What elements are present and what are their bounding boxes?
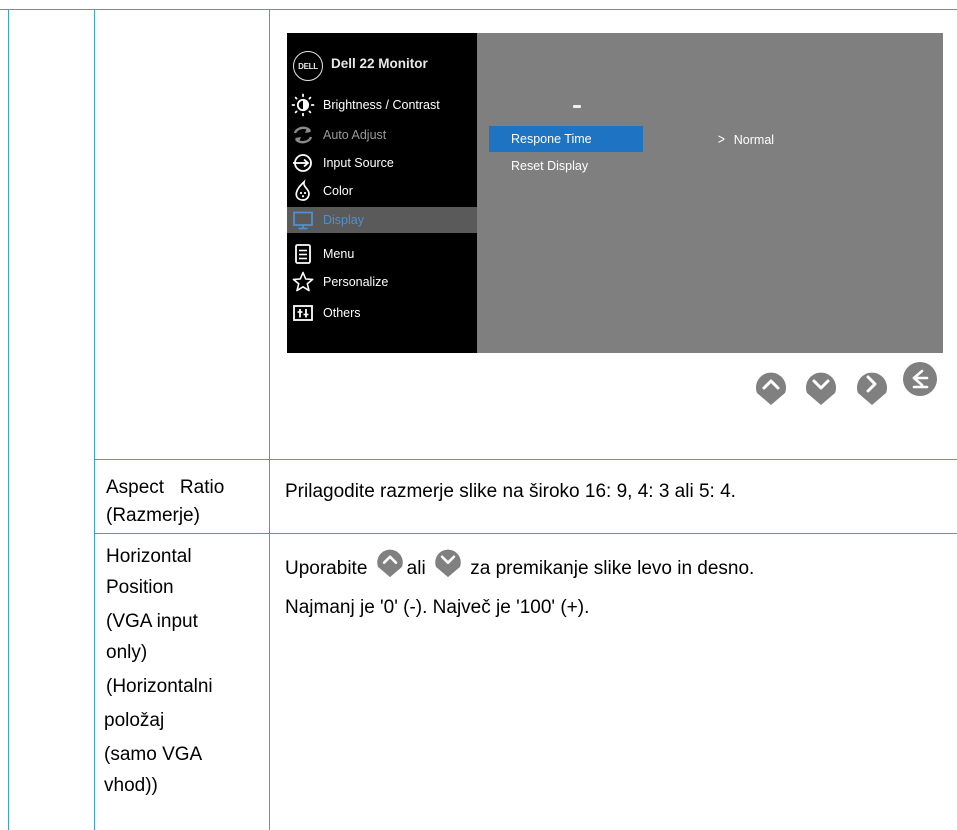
table-top-border bbox=[0, 9, 957, 10]
menu-item-label: Display bbox=[323, 213, 364, 227]
label-line: (Razmerje) bbox=[106, 505, 200, 526]
aspect-ratio-description: Prilagodite razmerje slike na široko 16:… bbox=[285, 481, 736, 502]
label-line: Aspect Ratio bbox=[106, 477, 225, 498]
menu-item-label: Input Source bbox=[323, 156, 394, 170]
menu-item-color[interactable]: Color bbox=[287, 178, 477, 204]
menu-item-input-source[interactable]: Input Source bbox=[287, 150, 477, 176]
desc-text: Uporabite bbox=[285, 558, 368, 579]
value-text: Normal bbox=[733, 133, 775, 147]
menu-item-personalize[interactable]: Personalize bbox=[287, 269, 477, 295]
auto-adjust-icon bbox=[293, 126, 313, 144]
up-arrow-icon[interactable] bbox=[751, 366, 791, 406]
label-line: Horizontal bbox=[106, 546, 192, 567]
menu-item-menu[interactable]: Menu bbox=[287, 241, 477, 267]
menu-item-display[interactable]: Display bbox=[287, 207, 477, 233]
horizontal-position-description-line2: Najmanj je '0' (-). Največ je '100' (+). bbox=[285, 597, 590, 618]
desc-text: za premikanje slike levo in desno. bbox=[470, 558, 755, 579]
response-time-value: > Normal bbox=[717, 131, 774, 148]
star-icon bbox=[292, 271, 314, 292]
submenu-item-label: Reset Display bbox=[511, 159, 589, 173]
osd-indicator-mark bbox=[573, 105, 581, 108]
desc-text: ali bbox=[406, 558, 426, 579]
horizontal-position-description-line1: Uporabite ali za premikanje slike levo i… bbox=[285, 549, 755, 580]
osd-title: Dell 22 Monitor bbox=[331, 56, 428, 71]
menu-item-label: Menu bbox=[323, 247, 355, 261]
label-line: (Horizontalni bbox=[106, 676, 213, 697]
menu-item-brightness-contrast[interactable]: Brightness / Contrast bbox=[287, 92, 477, 118]
menu-item-label: Brightness / Contrast bbox=[323, 98, 440, 112]
chevron-right-icon: > bbox=[717, 131, 725, 148]
table-row-border-1 bbox=[94, 459, 957, 460]
aspect-ratio-label: Aspect Ratio (Razmerje) bbox=[106, 474, 224, 530]
table-col-border-1 bbox=[8, 9, 9, 830]
down-arrow-icon bbox=[435, 549, 461, 578]
menu-item-label: Personalize bbox=[323, 275, 389, 289]
table-row-border-2 bbox=[94, 533, 957, 534]
label-line: (VGA input bbox=[106, 611, 198, 632]
submenu-item-reset-display[interactable]: Reset Display bbox=[489, 153, 643, 179]
submenu-item-label: Respone Time bbox=[511, 132, 592, 146]
menu-item-label: Others bbox=[323, 306, 361, 320]
brightness-icon bbox=[291, 93, 315, 117]
others-icon bbox=[293, 305, 313, 321]
right-arrow-icon[interactable] bbox=[852, 366, 892, 406]
osd-screenshot: DELL Dell 22 Monitor Brightness / Contra… bbox=[287, 33, 943, 353]
back-icon[interactable] bbox=[900, 359, 940, 399]
display-icon bbox=[293, 211, 313, 230]
menu-item-others[interactable]: Others bbox=[287, 300, 477, 326]
menu-item-label: Auto Adjust bbox=[323, 128, 387, 142]
label-line: položaj bbox=[104, 710, 165, 731]
color-icon bbox=[295, 179, 310, 201]
label-line: Position bbox=[106, 577, 174, 598]
down-arrow-icon[interactable] bbox=[801, 366, 841, 406]
table-col-border-3 bbox=[269, 9, 270, 830]
horizontal-position-label: Horizontal Position (VGA input only) (Ho… bbox=[104, 541, 213, 801]
label-line: vhod)) bbox=[104, 775, 158, 796]
menu-item-auto-adjust[interactable]: Auto Adjust bbox=[287, 122, 477, 148]
menu-icon bbox=[295, 244, 311, 264]
dell-logo: DELL bbox=[293, 51, 323, 81]
osd-submenu-panel bbox=[477, 33, 943, 353]
label-line: only) bbox=[106, 642, 148, 663]
label-line: (samo VGA bbox=[104, 744, 203, 765]
menu-item-label: Color bbox=[323, 184, 353, 198]
submenu-item-response-time[interactable]: Respone Time bbox=[489, 126, 643, 152]
table-col-border-2 bbox=[94, 9, 95, 830]
up-arrow-icon bbox=[376, 549, 403, 578]
input-source-icon bbox=[293, 154, 312, 172]
